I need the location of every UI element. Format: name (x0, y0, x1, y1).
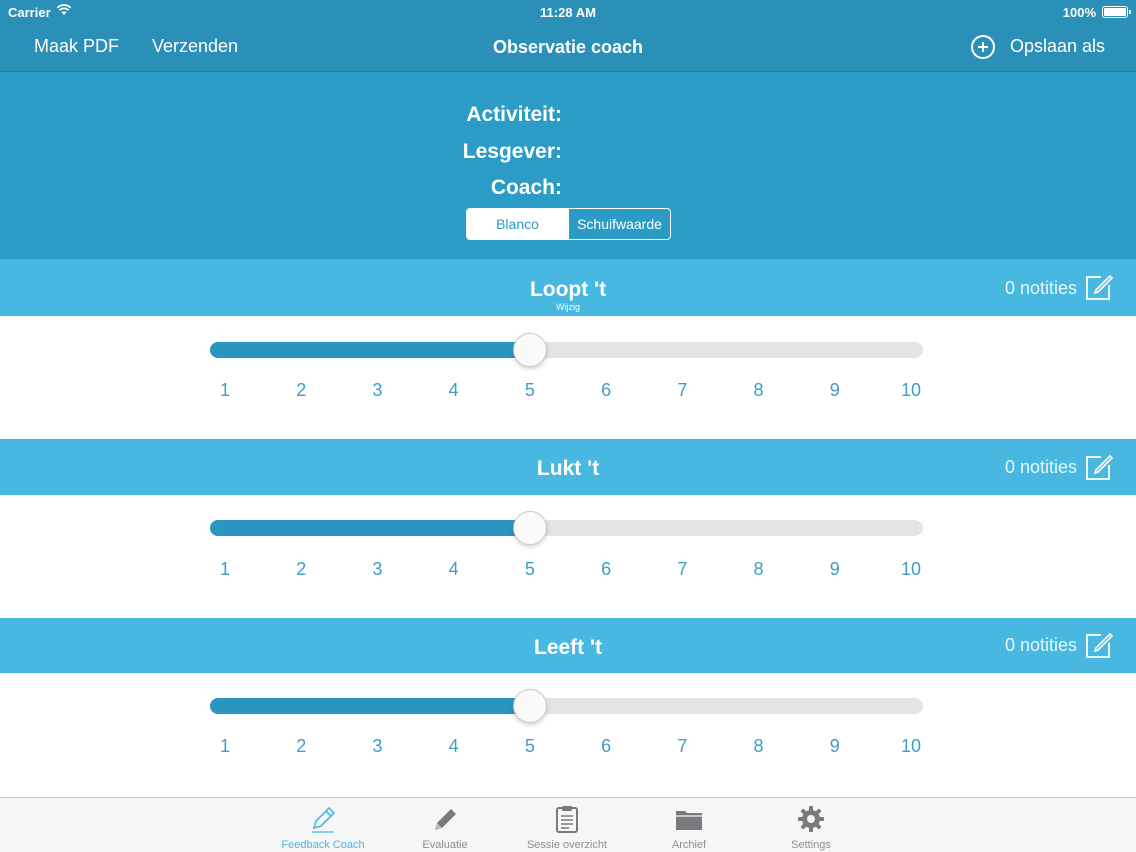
slider-fill (210, 698, 530, 714)
tab-label: Settings (791, 839, 831, 851)
section-header-lukt: Lukt 't 0 notities (0, 439, 1136, 495)
scale-tick-label: 6 (601, 559, 612, 579)
tab-bar: Feedback Coach Evaluatie Sessie overzich… (0, 797, 1136, 852)
make-pdf-button[interactable]: Maak PDF (34, 36, 119, 57)
battery-percentage: 100% (1062, 5, 1096, 20)
tab-archief[interactable]: Archief (634, 798, 744, 852)
slider-thumb[interactable] (512, 333, 547, 367)
slider-track[interactable] (210, 520, 923, 536)
tab-settings[interactable]: Settings (756, 798, 866, 852)
segment-blanco[interactable]: Blanco (467, 209, 568, 239)
scale-labels: 1 2 3 4 5 6 7 8 9 10 (0, 559, 1136, 583)
scale-tick-label: 2 (296, 736, 307, 756)
scale-labels: 1 2 3 4 5 6 7 8 9 10 (0, 380, 1136, 404)
scale-tick-label: 5 (524, 559, 535, 579)
scale-tick-label: 7 (677, 559, 688, 579)
scale-tick-label: 8 (753, 380, 764, 400)
instructor-label: Lesgever: (462, 140, 562, 163)
scale-tick-label: 6 (601, 736, 612, 756)
pencil-icon (435, 809, 456, 830)
coach-label: Coach: (490, 176, 562, 199)
scale-tick-label: 10 (900, 380, 922, 400)
plus-circle-icon[interactable] (971, 35, 995, 59)
compose-icon[interactable] (1084, 272, 1114, 302)
compose-icon[interactable] (1084, 452, 1114, 482)
scale-tick-label: 9 (829, 736, 840, 756)
scale-tick-label: 2 (296, 559, 307, 579)
scale-tick-label: 9 (829, 380, 840, 400)
tab-label: Evaluatie (422, 839, 468, 851)
tab-sessie-overzicht[interactable]: Sessie overzicht (512, 798, 622, 852)
section-header-leeft: Leeft 't 0 notities (0, 618, 1136, 673)
notes-count[interactable]: 0 notities (1005, 457, 1077, 478)
slider-track[interactable] (210, 342, 923, 358)
scale-tick-label: 7 (677, 380, 688, 400)
clipboard-icon (556, 806, 578, 833)
notes-count[interactable]: 0 notities (1005, 635, 1077, 656)
slider-fill (210, 342, 530, 358)
clock: 11:28 AM (540, 5, 596, 20)
tab-label: Sessie overzicht (526, 839, 608, 851)
scale-tick-label: 4 (448, 559, 459, 579)
scale-tick-label: 3 (372, 736, 383, 756)
save-as-button[interactable]: Opslaan als (1010, 36, 1105, 57)
scale-tick-label: 2 (296, 380, 307, 400)
scale-tick-label: 5 (524, 380, 535, 400)
status-bar: Carrier 11:28 AM 100% (0, 0, 1136, 24)
tab-label: Feedback Coach (281, 839, 365, 851)
scale-tick-label: 6 (601, 380, 612, 400)
slider-fill (210, 520, 530, 536)
scale-tick-label: 4 (448, 380, 459, 400)
slider-section-lukt: 1 2 3 4 5 6 7 8 9 10 (0, 495, 1136, 618)
scale-tick-label: 9 (829, 559, 840, 579)
folder-icon (676, 811, 702, 830)
navigation-bar: Maak PDF Verzenden Observatie coach Opsl… (0, 24, 1136, 72)
section-title: Lukt 't (536, 457, 600, 480)
section-title: Loopt 't (529, 278, 607, 301)
scale-tick-label: 8 (753, 736, 764, 756)
scale-labels: 1 2 3 4 5 6 7 8 9 10 (0, 736, 1136, 760)
slider-section-loopt: 1 2 3 4 5 6 7 8 9 10 (0, 316, 1136, 439)
send-button[interactable]: Verzenden (152, 36, 238, 57)
scale-tick-label: 1 (219, 736, 230, 756)
scale-tick-label: 1 (219, 380, 230, 400)
tab-feedback-coach[interactable]: Feedback Coach (268, 798, 378, 852)
slider-section-leeft: 1 2 3 4 5 6 7 8 9 10 (0, 673, 1136, 797)
scale-tick-label: 1 (219, 559, 230, 579)
scale-tick-label: 4 (448, 736, 459, 756)
tab-label: Archief (671, 839, 707, 851)
compose-icon[interactable] (1084, 630, 1114, 660)
segment-schuifwaarde[interactable]: Schuifwaarde (568, 209, 670, 239)
scale-tick-label: 3 (372, 559, 383, 579)
mode-segmented-control: Blanco Schuifwaarde (466, 208, 671, 240)
edit-hint: Wijzig (556, 302, 580, 312)
scale-tick-label: 10 (900, 559, 922, 579)
slider-thumb[interactable] (512, 511, 547, 545)
slider-track[interactable] (210, 698, 923, 714)
pencil-icon (312, 806, 336, 833)
activity-label: Activiteit: (466, 103, 562, 126)
session-info-panel: Activiteit: Lesgever: Coach: Blanco Schu… (0, 72, 1136, 259)
scale-tick-label: 8 (753, 559, 764, 579)
section-title: Leeft 't (534, 636, 602, 659)
app-window: Carrier 11:28 AM 100% Maak PDF Verzenden… (0, 0, 1136, 852)
slider-thumb[interactable] (512, 689, 547, 723)
battery-icon (1102, 6, 1131, 18)
scale-tick-label: 3 (372, 380, 383, 400)
scale-tick-label: 7 (677, 736, 688, 756)
gear-icon (798, 806, 824, 832)
scale-tick-label: 10 (900, 736, 922, 756)
scale-tick-label: 5 (524, 736, 535, 756)
tab-evaluatie[interactable]: Evaluatie (390, 798, 500, 852)
notes-count[interactable]: 0 notities (1005, 278, 1077, 299)
